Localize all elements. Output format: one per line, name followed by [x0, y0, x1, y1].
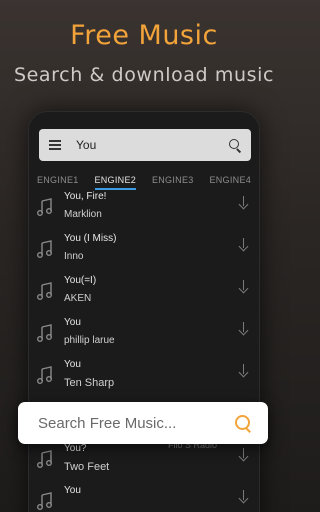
download-arrow-icon[interactable]: [238, 279, 250, 293]
overlay-search-placeholder[interactable]: Search Free Music...: [38, 415, 234, 432]
list-item[interactable]: You (I Miss) Inno: [29, 230, 259, 272]
song-artist: Two Feet: [64, 461, 110, 473]
list-item[interactable]: You(=I) AKEN: [29, 272, 259, 314]
promo-headline: Free Music: [70, 20, 218, 51]
download-arrow-icon[interactable]: [238, 447, 250, 461]
promo-subline: Search & download music: [13, 64, 275, 86]
song-list: You, Fire! Marklion You (I Miss) Inno Yo…: [29, 188, 259, 512]
list-item[interactable]: You: [29, 482, 259, 512]
hamburger-menu-icon[interactable]: [49, 140, 61, 150]
download-arrow-icon[interactable]: [238, 489, 250, 503]
list-item[interactable]: You phillip larue: [29, 314, 259, 356]
song-artist: phillip larue: [64, 335, 115, 346]
song-artist: AKEN: [64, 293, 92, 304]
list-item[interactable]: You? Two Feet: [29, 440, 259, 482]
song-artist: Marklion: [64, 209, 102, 220]
music-note-icon: [37, 324, 52, 342]
song-artist: Inno: [64, 251, 84, 262]
download-arrow-icon[interactable]: [238, 321, 250, 335]
song-title: You(=I): [64, 275, 97, 286]
list-item[interactable]: You, Fire! Marklion: [29, 188, 259, 230]
song-title: You?: [64, 443, 87, 454]
music-note-icon: [37, 282, 52, 300]
download-arrow-icon[interactable]: [238, 363, 250, 377]
overlay-search-box[interactable]: Search Free Music...: [18, 402, 268, 444]
song-title: You: [64, 359, 81, 370]
music-note-icon: [37, 450, 52, 468]
music-note-icon: [37, 198, 52, 216]
phone-frame: You ENGINE1 ENGINE2 ENGINE3 ENGINE4 You,…: [29, 112, 259, 512]
list-item[interactable]: You Ten Sharp: [29, 356, 259, 398]
search-query-text[interactable]: You: [76, 138, 228, 152]
song-artist: Ten Sharp: [64, 377, 115, 389]
song-title: You: [64, 317, 81, 328]
music-note-icon: [37, 366, 52, 384]
music-note-icon: [37, 240, 52, 258]
search-bar[interactable]: You: [39, 129, 251, 161]
song-title: You: [64, 485, 81, 496]
music-note-icon: [37, 492, 52, 510]
download-arrow-icon[interactable]: [238, 237, 250, 251]
search-icon[interactable]: [234, 414, 252, 432]
download-arrow-icon[interactable]: [238, 195, 250, 209]
search-icon[interactable]: [228, 138, 242, 152]
song-title: You, Fire!: [64, 191, 107, 202]
song-title: You (I Miss): [64, 233, 117, 244]
